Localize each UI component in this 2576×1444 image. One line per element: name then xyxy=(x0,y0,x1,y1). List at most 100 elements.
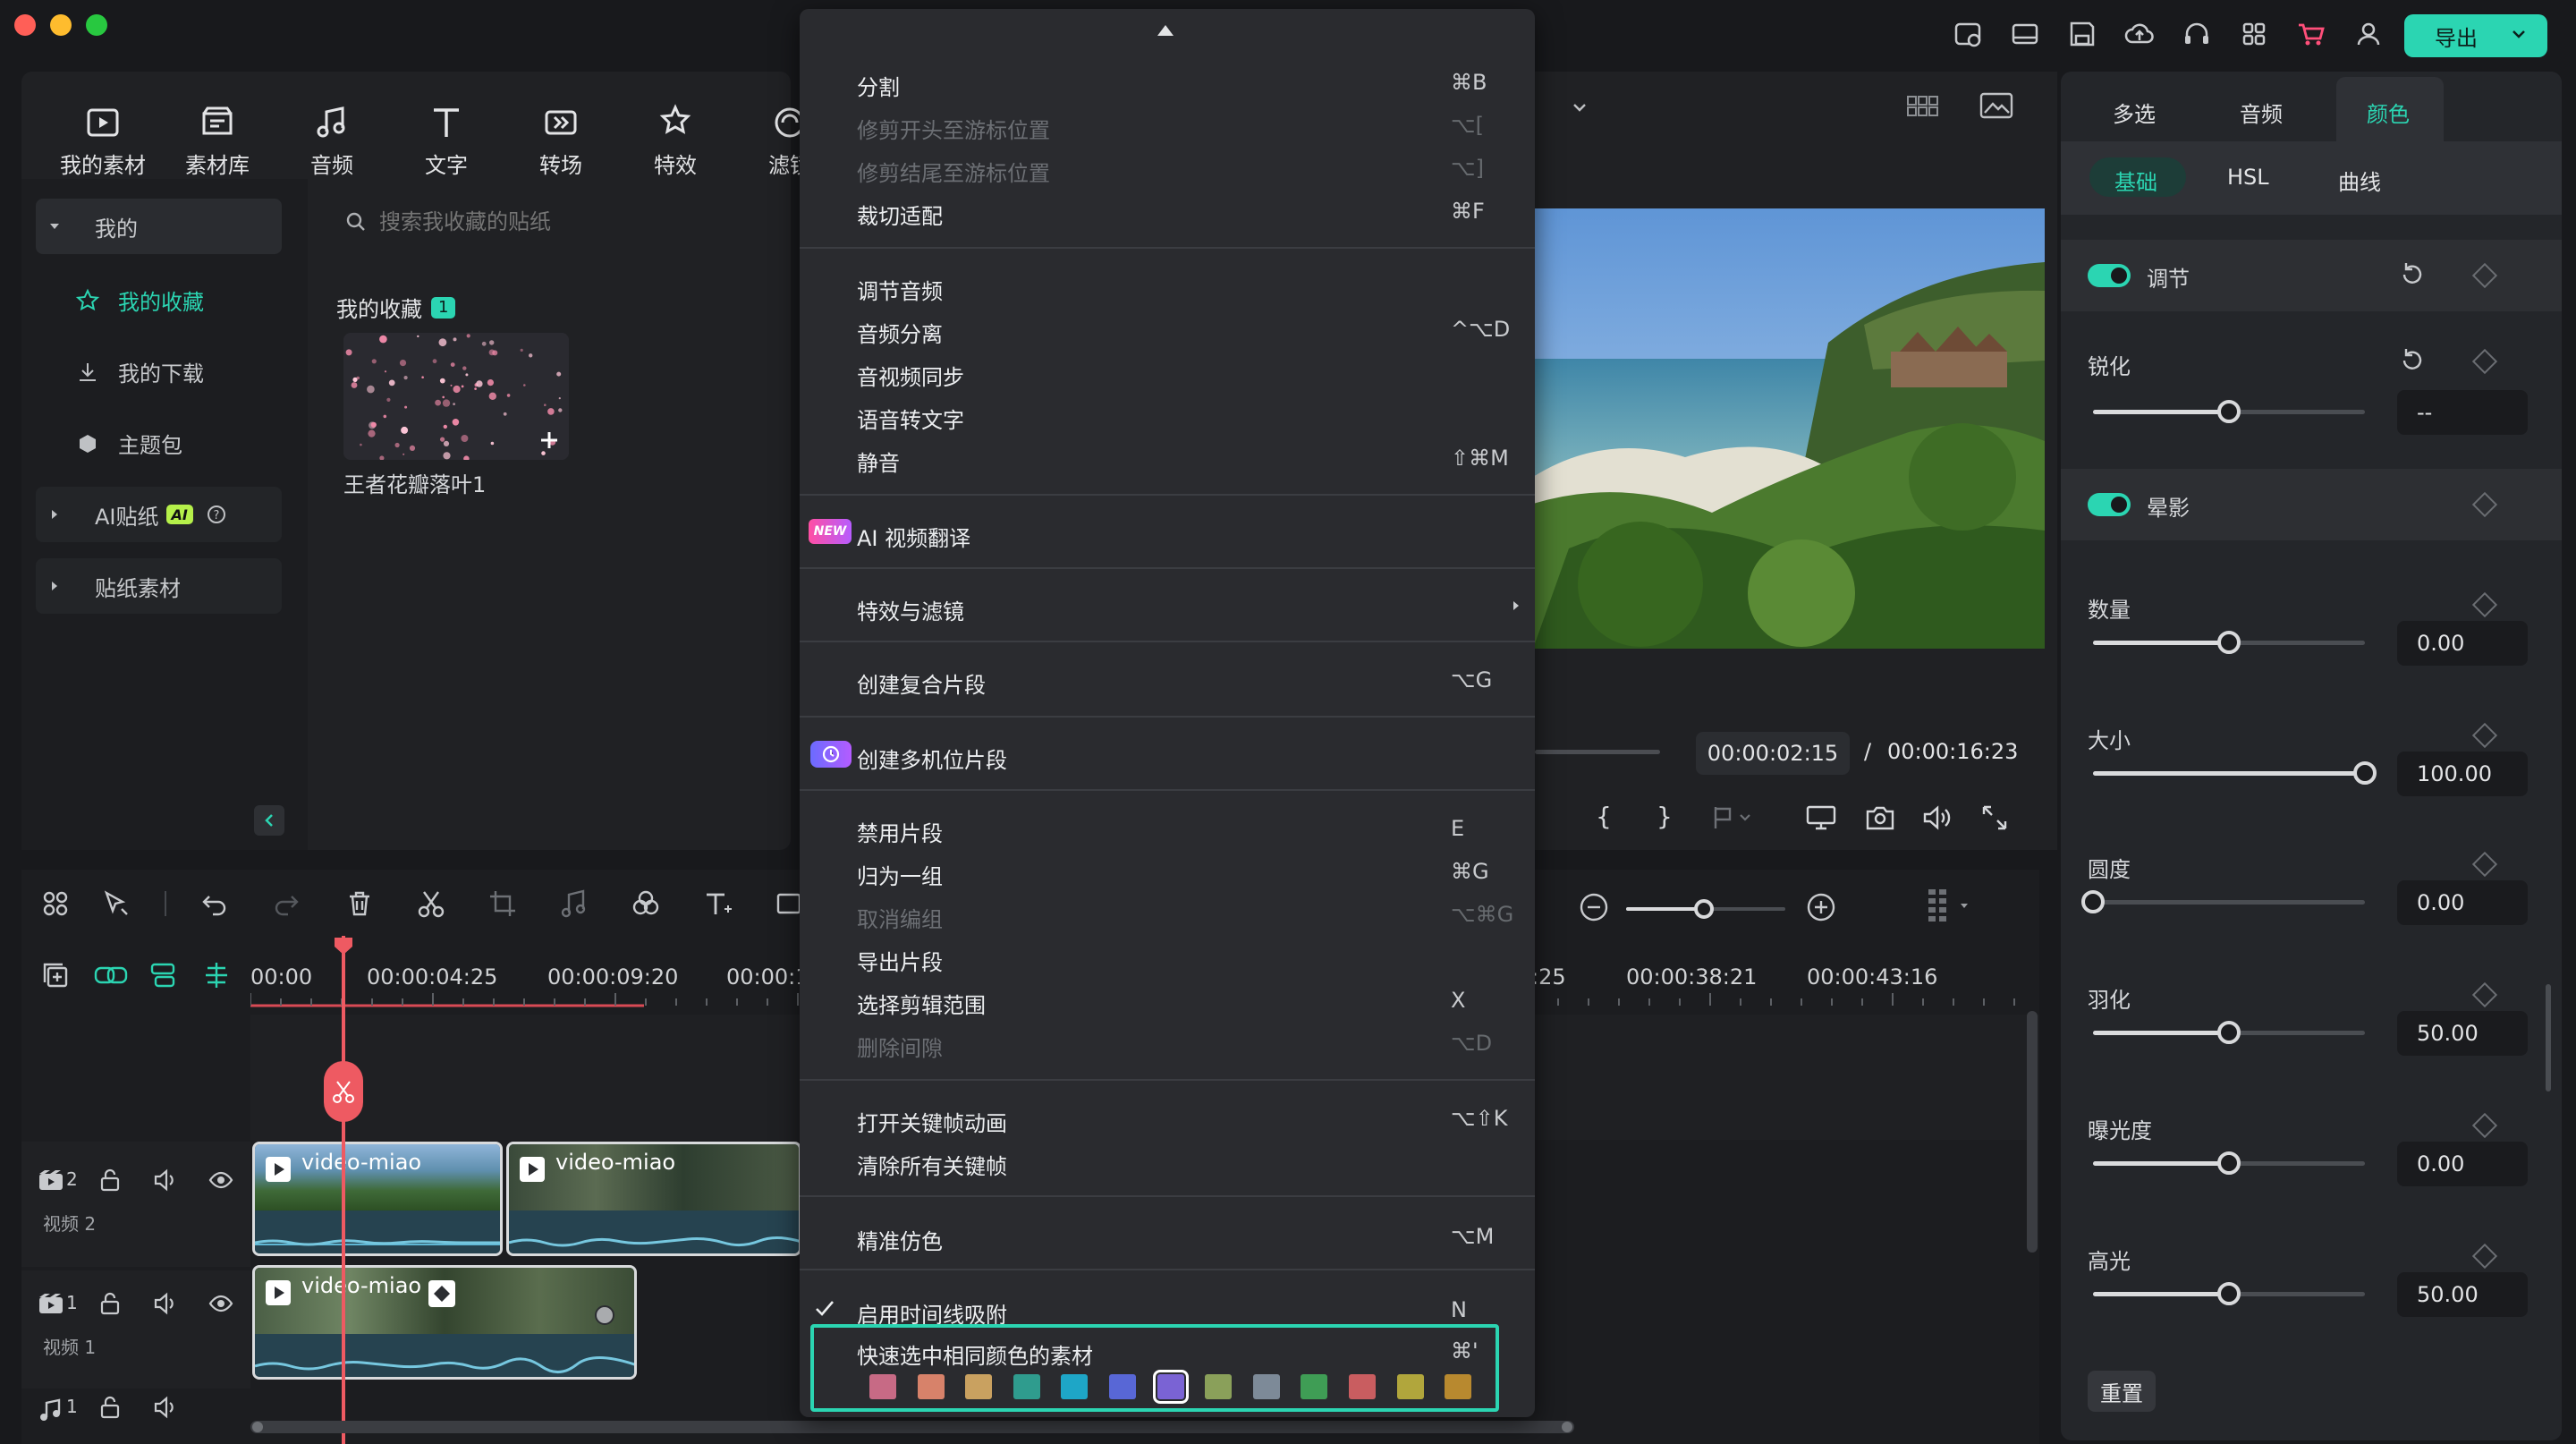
timeline-v-scrollbar[interactable] xyxy=(2027,1011,2038,1253)
prop-value[interactable]: 0.00 xyxy=(2397,621,2528,666)
zoom-in-icon[interactable] xyxy=(1805,891,1837,923)
playhead-handle[interactable] xyxy=(333,936,354,956)
panel-scrollbar[interactable] xyxy=(2546,984,2551,1091)
video-clip[interactable]: video-miao xyxy=(506,1142,801,1256)
color-swatch[interactable] xyxy=(1013,1374,1040,1399)
slider-knob[interactable] xyxy=(2217,1282,2241,1305)
tab-my-media[interactable]: 我的素材 xyxy=(54,103,152,179)
sharpen-slider[interactable] xyxy=(2093,400,2365,423)
prop-slider[interactable] xyxy=(2081,890,2365,913)
color-swatch[interactable] xyxy=(1445,1374,1471,1399)
current-time[interactable]: 00:00:02:15 xyxy=(1696,732,1850,775)
tab-library[interactable]: 素材库 xyxy=(168,103,267,179)
zoom-slider[interactable] xyxy=(1626,899,1785,919)
playback-progress[interactable] xyxy=(1535,750,1660,754)
tab-color[interactable]: 颜色 xyxy=(2367,97,2410,128)
subtab-hsl[interactable]: HSL xyxy=(2227,165,2269,190)
layout-icon[interactable] xyxy=(2009,18,2041,50)
lock-icon[interactable] xyxy=(97,1290,123,1317)
slider-knob[interactable] xyxy=(2217,631,2241,654)
reset-icon[interactable] xyxy=(2397,259,2428,290)
add-icon[interactable] xyxy=(538,429,560,451)
chevron-down-icon[interactable] xyxy=(1567,95,1592,120)
sharpen-value[interactable]: -- xyxy=(2397,390,2528,435)
playhead[interactable] xyxy=(342,936,345,1444)
reset-button[interactable]: 重置 xyxy=(2088,1371,2156,1412)
speaker-icon[interactable] xyxy=(152,1394,179,1421)
split-handle[interactable] xyxy=(324,1061,363,1122)
text-tool-icon[interactable] xyxy=(701,888,733,920)
tab-multiselect[interactable]: 多选 xyxy=(2113,97,2156,128)
mark-out-icon[interactable]: } xyxy=(1657,802,1673,831)
slider-knob[interactable] xyxy=(2217,1021,2241,1044)
grid-apps-icon[interactable] xyxy=(2238,18,2270,50)
add-track-icon[interactable] xyxy=(39,959,72,991)
adjust-toggle[interactable] xyxy=(2088,264,2131,287)
chevron-down-icon[interactable] xyxy=(2510,25,2528,43)
color-swatch[interactable] xyxy=(869,1374,896,1399)
color-swatch[interactable] xyxy=(965,1374,992,1399)
prop-value[interactable]: 0.00 xyxy=(2397,880,2528,925)
sidebar-group-ai-sticker[interactable]: AI贴纸 AI ? xyxy=(36,487,282,542)
keyframe-dot[interactable] xyxy=(595,1305,614,1325)
color-swatch[interactable] xyxy=(1153,1370,1189,1404)
color-swatch[interactable] xyxy=(1397,1374,1424,1399)
video-clip[interactable]: video-miao xyxy=(252,1142,503,1256)
speaker-icon[interactable] xyxy=(152,1290,179,1317)
mark-in-icon[interactable]: { xyxy=(1596,802,1612,831)
color-swatch[interactable] xyxy=(1349,1374,1376,1399)
menu-item[interactable] xyxy=(800,64,1535,102)
prop-slider[interactable] xyxy=(2093,631,2365,654)
tab-text[interactable]: 文字 xyxy=(397,103,496,179)
grid-view-icon[interactable] xyxy=(1905,91,1941,120)
link-icon[interactable] xyxy=(93,959,128,991)
prop-value[interactable]: 50.00 xyxy=(2397,1011,2528,1056)
lock-icon[interactable] xyxy=(97,1394,123,1421)
scroll-up-arrow-icon[interactable] xyxy=(1156,23,1175,38)
video-preview[interactable] xyxy=(1533,208,2045,649)
prop-slider[interactable] xyxy=(2093,1282,2365,1305)
prop-slider[interactable] xyxy=(2093,761,2377,785)
prop-slider[interactable] xyxy=(2093,1021,2365,1044)
snapshot-icon[interactable] xyxy=(1864,803,1896,832)
account-icon[interactable] xyxy=(2352,18,2385,50)
sidebar-item-theme-pack[interactable]: 主题包 xyxy=(75,428,182,459)
color-tool-icon[interactable] xyxy=(630,888,662,920)
color-swatch[interactable] xyxy=(1061,1374,1088,1399)
eye-icon[interactable] xyxy=(208,1290,234,1317)
slider-knob[interactable] xyxy=(2217,400,2241,423)
color-swatch[interactable] xyxy=(1109,1374,1136,1399)
tab-music-note[interactable]: 音频 xyxy=(283,103,381,179)
sidebar-item-favorites[interactable]: 我的收藏 xyxy=(75,285,204,316)
prop-value[interactable]: 50.00 xyxy=(2397,1272,2528,1317)
slider-knob[interactable] xyxy=(2081,890,2105,913)
ripple-icon[interactable] xyxy=(147,959,179,991)
menu-item[interactable] xyxy=(800,440,1535,478)
scissors-icon[interactable] xyxy=(415,888,447,920)
tab-audio[interactable]: 音频 xyxy=(2240,97,2283,128)
maximize-window-button[interactable] xyxy=(86,14,107,36)
slider-knob[interactable] xyxy=(1694,899,1714,919)
prop-value[interactable]: 100.00 xyxy=(2397,752,2528,796)
color-swatch[interactable] xyxy=(1253,1374,1280,1399)
fullscreen-icon[interactable] xyxy=(1980,803,2009,832)
help-icon[interactable]: ? xyxy=(206,504,227,525)
crop-icon[interactable] xyxy=(487,888,519,920)
prop-slider[interactable] xyxy=(2093,1151,2365,1175)
sidebar-item-downloads[interactable]: 我的下载 xyxy=(75,356,204,387)
feedback-icon[interactable] xyxy=(1952,18,1984,50)
reset-icon[interactable] xyxy=(2397,345,2428,376)
sticker-thumbnail[interactable] xyxy=(343,333,569,460)
save-icon[interactable] xyxy=(2066,18,2098,50)
track-height-icon[interactable] xyxy=(1925,886,1968,922)
color-swatch[interactable] xyxy=(918,1374,945,1399)
eye-icon[interactable] xyxy=(208,1167,234,1193)
audio-tool-icon[interactable] xyxy=(558,888,590,920)
vignette-toggle[interactable] xyxy=(2088,493,2131,516)
tab-effects[interactable]: 特效 xyxy=(626,103,724,179)
snap-icon[interactable] xyxy=(200,959,233,991)
sidebar-group-sticker-assets[interactable]: 贴纸素材 xyxy=(36,558,282,614)
select-tool-icon[interactable] xyxy=(100,888,132,920)
headset-icon[interactable] xyxy=(2181,18,2213,50)
undo-icon[interactable] xyxy=(199,888,231,920)
